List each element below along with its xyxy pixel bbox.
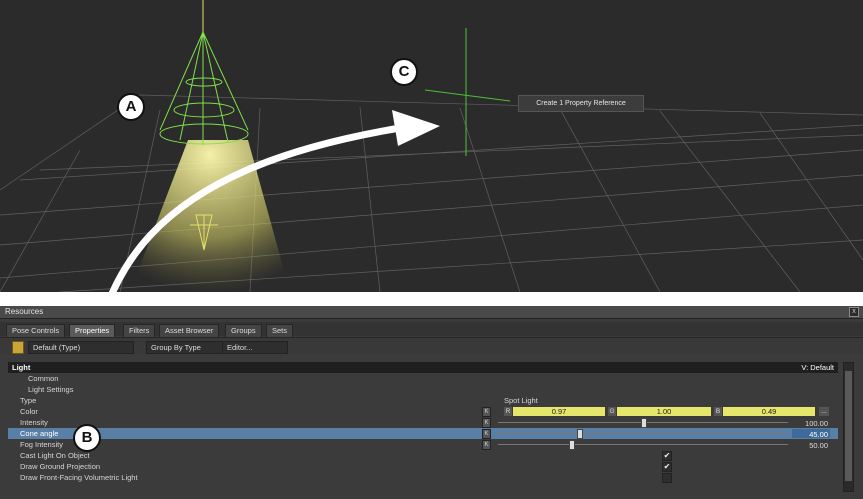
ground-projection-checkbox[interactable]: ✔ bbox=[662, 462, 672, 472]
panel-divider bbox=[0, 292, 863, 306]
panel-toolbar: Default (Type) Group By Type Editor... bbox=[0, 337, 863, 354]
cone-angle-slider-track[interactable] bbox=[498, 433, 788, 434]
drag-arrow-head bbox=[392, 110, 440, 146]
panel-title: Resources bbox=[5, 307, 44, 316]
row-fog-intensity[interactable]: Fog Intensity K 50.00 bbox=[8, 439, 838, 450]
type-dropdown[interactable]: Spot Light bbox=[504, 395, 538, 406]
color-picker-button[interactable]: ... bbox=[819, 407, 829, 416]
group-common-label: Common bbox=[28, 374, 59, 383]
tab-pose-controls[interactable]: Pose Controls bbox=[6, 324, 66, 337]
3d-viewport[interactable]: Create 1 Property Reference A C bbox=[0, 0, 863, 292]
scene-canvas[interactable] bbox=[0, 0, 863, 292]
intensity-label: Intensity bbox=[20, 418, 48, 427]
callout-a: A bbox=[117, 93, 145, 121]
group-by-dropdown[interactable]: Group By Type bbox=[146, 341, 226, 354]
cone-angle-slider-thumb[interactable] bbox=[577, 429, 584, 439]
fog-intensity-label: Fog Intensity bbox=[20, 440, 63, 449]
fog-intensity-value[interactable]: 50.00 bbox=[792, 440, 830, 450]
tab-filters[interactable]: Filters bbox=[123, 324, 156, 337]
tab-sets[interactable]: Sets bbox=[266, 324, 294, 337]
row-ground-projection[interactable]: Draw Ground Projection ✔ bbox=[8, 461, 838, 472]
color-b-label: B bbox=[714, 407, 722, 416]
fog-intensity-slider-thumb[interactable] bbox=[568, 440, 575, 450]
section-title: Light bbox=[12, 363, 31, 372]
row-intensity[interactable]: Intensity K 100.00 bbox=[8, 417, 838, 428]
scrollbar-thumb[interactable] bbox=[845, 371, 852, 481]
close-icon[interactable]: x bbox=[849, 307, 859, 317]
color-r-field[interactable]: 0.97 bbox=[513, 407, 605, 416]
intensity-slider-thumb[interactable] bbox=[641, 418, 647, 428]
editor-button[interactable]: Editor... bbox=[222, 341, 288, 354]
tab-bar: Pose Controls Properties Filters Asset B… bbox=[0, 322, 863, 337]
color-g-field[interactable]: 1.00 bbox=[617, 407, 711, 416]
row-color[interactable]: Color K R 0.97 G 1.00 B 0.49 ... bbox=[8, 406, 838, 417]
callout-b: B bbox=[73, 424, 101, 452]
panel-title-bar: Resources x bbox=[0, 306, 863, 319]
ground-projection-label: Draw Ground Projection bbox=[20, 462, 101, 471]
resources-panel: Resources x Pose Controls Properties Fil… bbox=[0, 306, 863, 499]
group-common[interactable]: Common bbox=[8, 373, 838, 384]
section-light[interactable]: Light V: Default bbox=[8, 362, 838, 373]
group-light-settings-label: Light Settings bbox=[28, 385, 74, 394]
version-label: V: Default bbox=[801, 363, 834, 372]
color-r-label: R bbox=[504, 407, 512, 416]
key-button[interactable]: K bbox=[482, 440, 491, 450]
color-label: Color bbox=[20, 407, 38, 416]
lock-icon[interactable] bbox=[12, 341, 24, 354]
row-cast-light[interactable]: Cast Light On Object ✔ bbox=[8, 450, 838, 461]
properties-scrollbar[interactable] bbox=[843, 362, 854, 492]
tab-properties[interactable]: Properties bbox=[69, 324, 116, 337]
intensity-value[interactable]: 100.00 bbox=[792, 418, 830, 428]
key-button[interactable]: K bbox=[482, 429, 491, 439]
callout-c: C bbox=[390, 58, 418, 86]
color-b-field[interactable]: 0.49 bbox=[723, 407, 815, 416]
row-cone-angle[interactable]: Cone angle K 45.00 bbox=[8, 428, 838, 439]
fog-intensity-slider-track[interactable] bbox=[498, 444, 788, 445]
key-button[interactable]: K bbox=[482, 407, 491, 417]
row-type[interactable]: Type Spot Light bbox=[8, 395, 838, 406]
filter-dropdown[interactable]: Default (Type) bbox=[28, 341, 134, 354]
tab-groups[interactable]: Groups bbox=[225, 324, 262, 337]
cone-angle-value[interactable]: 45.00 bbox=[792, 429, 830, 439]
tab-asset-browser[interactable]: Asset Browser bbox=[159, 324, 220, 337]
create-reference-tooltip[interactable]: Create 1 Property Reference bbox=[518, 95, 644, 112]
type-label: Type bbox=[20, 396, 37, 405]
color-g-label: G bbox=[608, 407, 616, 416]
row-volumetric[interactable]: Draw Front-Facing Volumetric Light bbox=[8, 472, 838, 483]
group-light-settings[interactable]: Light Settings bbox=[8, 384, 838, 395]
cast-light-checkbox[interactable]: ✔ bbox=[662, 451, 672, 461]
cone-angle-label: Cone angle bbox=[20, 429, 59, 438]
volumetric-label: Draw Front-Facing Volumetric Light bbox=[20, 473, 138, 482]
target-marker[interactable] bbox=[424, 28, 511, 156]
volumetric-checkbox[interactable] bbox=[662, 473, 672, 483]
key-button[interactable]: K bbox=[482, 418, 491, 428]
cast-light-label: Cast Light On Object bbox=[20, 451, 90, 460]
